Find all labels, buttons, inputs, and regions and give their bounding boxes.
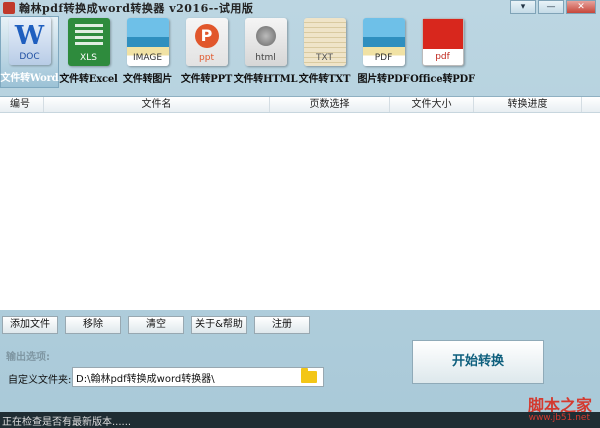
tool-label: 图片转PDF	[357, 74, 410, 85]
image-to-pdf-icon: PDF	[362, 18, 405, 66]
output-folder-field[interactable]: D:\翰林pdf转换成word转换器\	[72, 367, 324, 387]
icon-caption: PDF	[374, 53, 393, 63]
start-convert-button[interactable]: 开始转换	[412, 340, 544, 384]
text-file-icon: TXT	[303, 18, 346, 66]
acrobat-pdf-icon: pdf	[421, 18, 464, 66]
tool-file-to-image[interactable]: IMAGE 文件转图片	[118, 16, 177, 88]
tool-label: Office转PDF	[410, 74, 475, 85]
tool-file-to-html[interactable]: html 文件转HTML	[233, 16, 298, 88]
tool-label: 文件转PPT	[180, 74, 233, 85]
icon-caption: html	[255, 53, 276, 63]
column-header-number[interactable]: 编号	[0, 97, 44, 112]
icon-caption: DOC	[19, 52, 40, 62]
register-button[interactable]: 注册	[254, 316, 310, 334]
remove-button[interactable]: 移除	[65, 316, 121, 334]
app-logo-icon	[3, 2, 15, 14]
column-header-page-select[interactable]: 页数选择	[270, 97, 390, 112]
excel-xls-icon: XLS	[67, 18, 110, 66]
icon-caption: IMAGE	[132, 53, 163, 63]
status-text: 正在检查是否有最新版本......	[2, 417, 132, 428]
app-window: 翰林pdf转换成word转换器 v2016--试用版 ▾ — ✕ DOC 文件转…	[0, 0, 600, 428]
output-options-title: 输出选项:	[6, 352, 50, 363]
close-icon[interactable]: ✕	[566, 0, 596, 14]
tool-file-to-excel[interactable]: XLS 文件转Excel	[59, 16, 118, 88]
watermark-url: www.jb51.net	[528, 413, 590, 423]
icon-caption: pdf	[435, 52, 450, 62]
column-header-file-size[interactable]: 文件大小	[390, 97, 474, 112]
icon-caption: XLS	[80, 53, 97, 63]
window-title: 翰林pdf转换成word转换器 v2016--试用版	[19, 2, 254, 15]
tool-file-to-txt[interactable]: TXT 文件转TXT	[295, 16, 354, 88]
tool-label: 文件转图片	[123, 74, 172, 85]
word-doc-icon: DOC	[8, 17, 51, 65]
output-folder-path[interactable]: D:\翰林pdf转换成word转换器\	[76, 370, 301, 385]
powerpoint-icon: ppt	[185, 18, 228, 66]
tool-file-to-ppt[interactable]: ppt 文件转PPT	[177, 16, 236, 88]
action-buttons: 添加文件 移除 清空 关于&帮助 注册	[2, 316, 310, 334]
tool-label: 文件转TXT	[298, 74, 351, 85]
tool-office-to-pdf[interactable]: pdf Office转PDF	[410, 16, 475, 88]
minimize-icon[interactable]: —	[538, 0, 564, 14]
custom-folder-label: 自定义文件夹:	[8, 375, 72, 386]
title-bar: 翰林pdf转换成word转换器 v2016--试用版 ▾ — ✕	[0, 0, 600, 16]
status-bar: 正在检查是否有最新版本......	[0, 412, 600, 428]
clear-button[interactable]: 清空	[128, 316, 184, 334]
tool-file-to-word[interactable]: DOC 文件转Word	[0, 16, 59, 88]
html-globe-icon: html	[244, 18, 287, 66]
tool-label: 文件转Excel	[59, 74, 118, 85]
tool-label: 文件转Word	[0, 73, 59, 84]
file-list-table[interactable]: 编号 文件名 页数选择 文件大小 转换进度	[0, 96, 600, 310]
tool-image-to-pdf[interactable]: PDF 图片转PDF	[354, 16, 413, 88]
conversion-toolbar: DOC 文件转Word XLS 文件转Excel IMAGE 文件转图片 ppt…	[0, 16, 600, 88]
column-header-filename[interactable]: 文件名	[44, 97, 270, 112]
tool-label: 文件转HTML	[233, 74, 298, 85]
menu-dropdown-icon[interactable]: ▾	[510, 0, 536, 14]
column-header-progress[interactable]: 转换进度	[474, 97, 582, 112]
image-icon: IMAGE	[126, 18, 169, 66]
window-controls: ▾ — ✕	[510, 0, 596, 14]
icon-caption: ppt	[199, 53, 214, 63]
add-file-button[interactable]: 添加文件	[2, 316, 58, 334]
icon-caption: TXT	[315, 53, 333, 63]
folder-icon[interactable]	[301, 368, 317, 383]
about-help-button[interactable]: 关于&帮助	[191, 316, 247, 334]
table-header: 编号 文件名 页数选择 文件大小 转换进度	[0, 97, 600, 113]
